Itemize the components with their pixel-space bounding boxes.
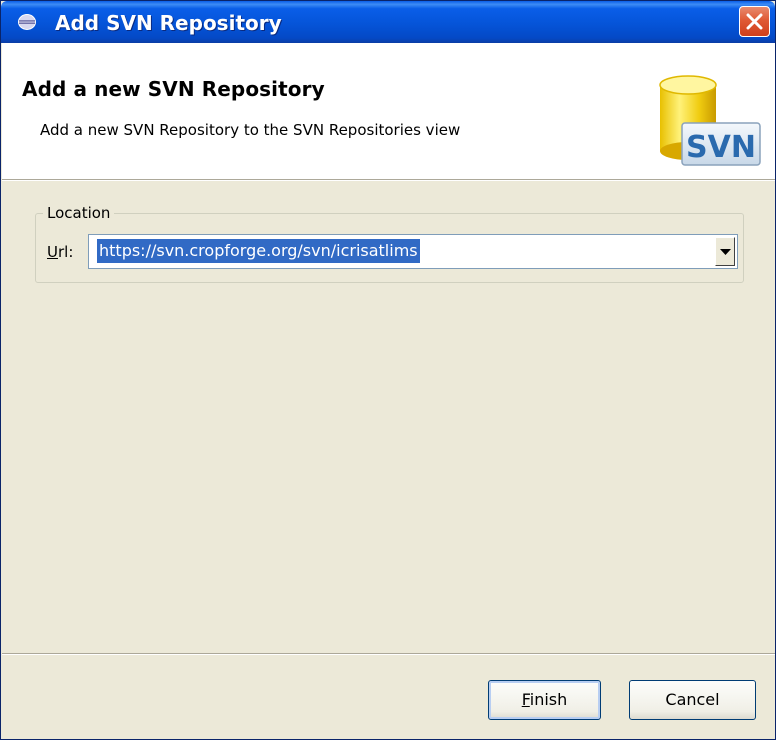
footer-separator-highlight [2, 654, 775, 655]
svn-repository-icon: SVN [659, 75, 761, 166]
page-title: Add a new SVN Repository [22, 77, 325, 101]
eclipse-icon [18, 14, 36, 30]
cancel-button[interactable]: Cancel [629, 680, 756, 720]
window-title: Add SVN Repository [55, 11, 282, 35]
svn-logo-text: SVN [686, 130, 756, 165]
add-svn-repository-dialog: Add SVN Repository Add a new SVN Reposit… [0, 0, 776, 740]
finish-label: inish [529, 690, 568, 709]
url-label: Url: [47, 242, 73, 262]
header-separator-highlight [2, 180, 775, 181]
url-dropdown-button[interactable] [715, 237, 735, 266]
finish-button[interactable]: Finish [488, 680, 601, 720]
title-bar[interactable]: Add SVN Repository [1, 1, 775, 43]
chevron-down-icon [720, 249, 731, 255]
url-combobox[interactable]: https://svn.cropforge.org/svn/icrisatlim… [88, 234, 738, 269]
url-label-mnemonic: U [47, 243, 58, 261]
url-label-text: rl: [57, 243, 74, 261]
finish-mnemonic: F [521, 690, 530, 709]
wizard-header: Add a new SVN Repository Add a new SVN R… [2, 43, 775, 179]
page-description: Add a new SVN Repository to the SVN Repo… [40, 121, 461, 139]
url-input-value[interactable]: https://svn.cropforge.org/svn/icrisatlim… [97, 239, 420, 263]
location-group-label: Location [43, 203, 115, 223]
close-button[interactable] [739, 6, 770, 37]
close-icon [746, 13, 763, 30]
